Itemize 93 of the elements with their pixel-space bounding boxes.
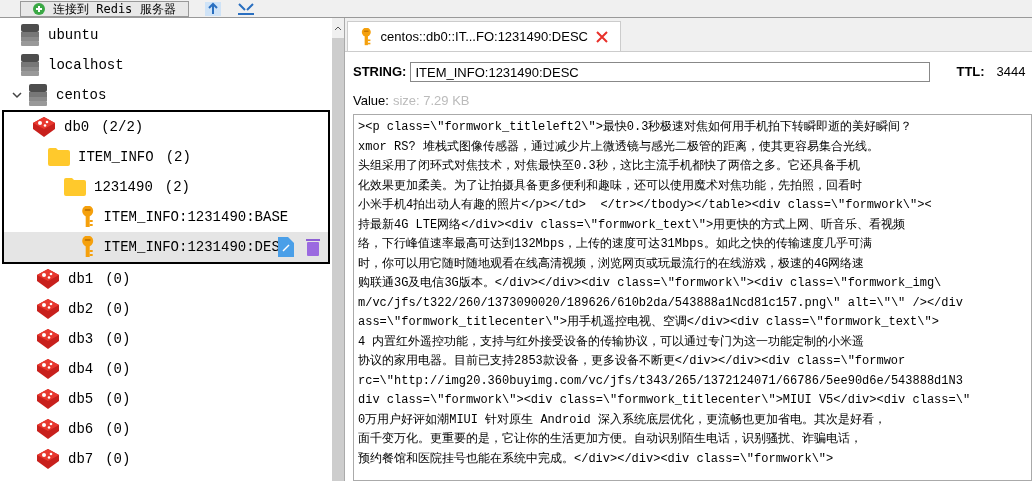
tree-item-label: localhost — [48, 55, 124, 75]
database-cube-icon — [36, 268, 60, 290]
tree-item[interactable]: db6 (0) — [8, 414, 332, 444]
tree-item-label: db7 — [68, 449, 94, 469]
value-text-line: 预约餐馆和医院挂号也能在系统中完成。</div></div><div class=\"formwork\"> — [358, 450, 834, 468]
tree-item[interactable]: 1231490 (2) — [4, 172, 328, 202]
value-text-line: ass=\"formwork_titlecenter\">用手机遥控电视、空调</div><div class=\"formwork_text\"> — [358, 314, 939, 331]
tree-item-label: ubuntu — [48, 25, 99, 45]
tree-item-label: db2 — [68, 299, 94, 319]
server-stack-icon — [28, 84, 48, 106]
document-link-icon[interactable] — [277, 237, 294, 257]
value-text-line: 持最新4G LTE网络</div><div class=\"formwork_text\">用更快的方式上网、听音乐、看视频 — [358, 216, 906, 234]
plus-circle-icon — [33, 2, 45, 15]
tree-item[interactable]: db2 (0) — [8, 294, 332, 324]
tree-item[interactable]: ubuntu — [8, 20, 332, 50]
value-text-line: m/vc/jfs/t322/260/1373090020/189626/610b2da/543888a1Ncd81c157.png\" alt=\"\" /></div — [358, 294, 963, 312]
value-text-line: ><p class=\"formwork_titleleft2\">最快0.3秒极速对焦如何用手机拍下转瞬即逝的美好瞬间？ — [358, 119, 913, 136]
value-size: size: 7.29 KB — [392, 92, 470, 111]
database-cube-icon — [36, 298, 60, 320]
tree-item-count: (0) — [105, 269, 131, 289]
server-stack-icon — [20, 54, 40, 76]
tree-item-label: db6 — [68, 419, 94, 439]
value-text-line: 时，你可以用它随时随地观看在线高清视频，浏览网页或玩最流行的在线游戏，极速的4G网络速 — [358, 255, 865, 273]
tree-item[interactable]: db1 (0) — [8, 264, 332, 294]
database-cube-icon — [36, 388, 60, 410]
tree-item-label: db0 — [64, 117, 90, 137]
tree-item-label: 1231490 — [94, 177, 153, 197]
folder-icon — [48, 148, 70, 166]
value-text-line: div class=\"formwork\"><div class=\"formwork_titlecenter\">MIUI V5</div><div class=\" — [358, 392, 971, 409]
ttl-value: 3444 — [996, 63, 1026, 82]
tree-item[interactable]: db3 (0) — [8, 324, 332, 354]
tree-item-label: db5 — [68, 389, 94, 409]
scroll-up-icon[interactable] — [334, 25, 342, 31]
value-text-line: 4 内置红外遥控功能，支持与红外接受设备的传输协议，可以通过专门为这一功能定制的小米遥 — [358, 333, 865, 351]
tree-item-count: (0) — [105, 359, 131, 379]
value-text-line: 购联通3G及电信3G版本。</div></div><div class=\"formwork\"><div class=\"formwork_img\ — [358, 275, 942, 292]
tree-item-count: (2/2) — [101, 117, 144, 137]
tree-item-count: (0) — [105, 389, 131, 409]
tree-item[interactable]: ITEM_INFO (2) — [4, 142, 328, 172]
close-icon[interactable] — [596, 30, 608, 43]
value-text-line: 小米手机4拍出动人有趣的照片</p></td> </tr></tbody></table><div class=\"formwork\">< — [358, 197, 932, 214]
tree-item[interactable]: db4 (0) — [8, 354, 332, 384]
value-text-line: 面千变万化。更重要的是，它让你的生活更加方便。自动识别陌生电话，识别骚扰、诈骗电话， — [358, 431, 862, 448]
connect-button[interactable]: 连接到 Redis 服务器 — [20, 0, 189, 17]
key-icon — [80, 206, 96, 228]
tab-label: centos::db0::IT...FO:1231490:DESC — [380, 27, 588, 46]
tree-item-count: (0) — [105, 329, 131, 349]
ttl-label: TTL: — [956, 63, 985, 82]
server-stack-icon — [20, 24, 40, 46]
value-label: Value: — [353, 92, 389, 111]
folder-icon — [64, 178, 86, 196]
scrollbar[interactable] — [332, 18, 344, 481]
tree-item[interactable]: db7 (0) — [8, 444, 332, 474]
tree-item-label: ITEM_INFO:1231490:BASE — [103, 207, 289, 227]
value-text-line: 协议的家用电器。目前已支持2853款设备，更多设备不断更</div></div><div class=\"formwor — [358, 353, 906, 370]
tree-item[interactable]: db5 (0) — [8, 384, 332, 414]
tree-item-label: db3 — [68, 329, 94, 349]
value-text-line: 络，下行峰值速率最高可达到132Mbps，上传的速度可达31Mbps。如此之快的传输速度几乎可满 — [358, 236, 872, 253]
tree-item-label: db1 — [68, 269, 94, 289]
value-text-line: 化效果更加柔美。为了让拍摄具备更多便利和趣味，还可以使用魔术对焦功能，先拍照，回看时 — [358, 177, 862, 195]
tree-item[interactable]: db0 (2/2) — [4, 112, 328, 142]
database-cube-icon — [36, 328, 60, 350]
tab[interactable]: centos::db0::IT...FO:1231490:DESC — [347, 21, 621, 51]
database-cube-icon — [32, 116, 56, 138]
key-name-field[interactable]: ITEM_INFO:1231490:DESC — [410, 62, 931, 82]
tree-item-count: (0) — [105, 299, 131, 319]
upload-arrow-icon[interactable] — [204, 1, 221, 16]
value-text-line: rc=\"http://img20.360buyimg.com/vc/jfs/t343/265/1372124071/66786/5ee90d6e/543888d1N3 — [358, 372, 963, 390]
key-icon — [360, 27, 373, 46]
key-icon — [80, 236, 96, 258]
tree-item-label: ITEM_INFO:1231490:DES — [103, 237, 280, 257]
tree-item-count: (0) — [105, 419, 131, 439]
tree-item-label: ITEM_INFO — [78, 147, 154, 167]
database-cube-icon — [36, 448, 60, 470]
tree-item[interactable]: centos — [8, 80, 332, 110]
database-cube-icon — [36, 418, 60, 440]
database-cube-icon — [36, 358, 60, 380]
tree-item-label: centos — [56, 85, 107, 105]
value-text-line: 0万用户好评如潮MIUI 针对原生 Android 深入系统底层优化，更流畅也更加省电。其次是好看， — [358, 411, 887, 429]
tree-item-count: (2) — [165, 147, 191, 167]
chevron-down-icon[interactable] — [12, 91, 22, 99]
tree-item[interactable]: localhost — [8, 50, 332, 80]
tree-item-count: (2) — [164, 177, 191, 197]
value-text-line: xmor RS? 堆栈式图像传感器，通过减少片上微透镜与感光二极管的距离，使其更容易集合光线。 — [358, 138, 879, 156]
value-editor[interactable] — [353, 114, 1032, 481]
key-type-label: STRING: — [353, 63, 407, 82]
value-text-line: 头组采用了闭环式对焦技术，对焦最快至0.3秒，这比主流手机都快了两倍之多。它还具备手机 — [358, 158, 860, 175]
trash-icon[interactable] — [305, 238, 320, 256]
tree-item-label: db4 — [68, 359, 94, 379]
tree-item[interactable]: ITEM_INFO:1231490:BASE — [4, 202, 328, 232]
tree-item[interactable]: ITEM_INFO:1231490:DES — [4, 232, 328, 262]
tree-item-count: (0) — [105, 449, 131, 469]
arrows-icon[interactable] — [236, 1, 255, 16]
